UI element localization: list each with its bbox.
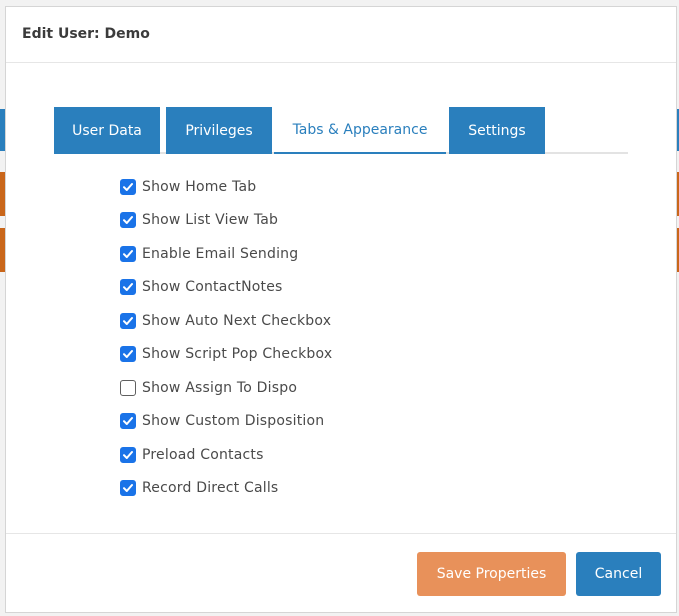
option-row[interactable]: Show List View Tab <box>120 208 278 232</box>
check-icon <box>123 250 133 258</box>
check-icon <box>123 317 133 325</box>
checkbox-checked[interactable] <box>120 480 136 496</box>
cancel-button[interactable]: Cancel <box>576 552 661 596</box>
footer-divider <box>6 533 676 534</box>
tab-bar: User Data Privileges Tabs & Appearance S… <box>54 107 628 154</box>
option-label: Show Custom Disposition <box>142 413 325 429</box>
option-row[interactable]: Record Direct Calls <box>120 476 278 500</box>
checkbox-checked[interactable] <box>120 413 136 429</box>
option-row[interactable]: Show Home Tab <box>120 175 256 199</box>
checkbox-unchecked[interactable] <box>120 380 136 396</box>
save-properties-button[interactable]: Save Properties <box>417 552 566 596</box>
option-row[interactable]: Show ContactNotes <box>120 275 283 299</box>
checkbox-checked[interactable] <box>120 447 136 463</box>
option-label: Show Home Tab <box>142 179 257 195</box>
check-icon <box>123 183 133 191</box>
check-icon <box>123 283 133 291</box>
option-row[interactable]: Show Assign To Dispo <box>120 376 297 400</box>
tab-tabs-appearance[interactable]: Tabs & Appearance <box>274 107 446 154</box>
option-label: Show Auto Next Checkbox <box>142 313 332 329</box>
modal-title: Edit User: Demo <box>22 26 150 42</box>
tab-settings[interactable]: Settings <box>449 107 545 154</box>
checkbox-checked[interactable] <box>120 212 136 228</box>
check-icon <box>123 484 133 492</box>
option-label: Record Direct Calls <box>142 480 279 496</box>
option-row[interactable]: Show Auto Next Checkbox <box>120 309 331 333</box>
checkbox-checked[interactable] <box>120 346 136 362</box>
check-icon <box>123 417 133 425</box>
tab-user-data[interactable]: User Data <box>54 107 160 154</box>
option-row[interactable]: Preload Contacts <box>120 443 264 467</box>
check-icon <box>123 216 133 224</box>
checkbox-checked[interactable] <box>120 246 136 262</box>
option-label: Preload Contacts <box>142 447 264 463</box>
option-label: Show List View Tab <box>142 212 279 228</box>
tab-label: User Data <box>72 122 142 139</box>
tab-privileges[interactable]: Privileges <box>166 107 272 154</box>
check-icon <box>123 451 133 459</box>
modal-header: Edit User: Demo <box>6 7 676 63</box>
option-label: Show Script Pop Checkbox <box>142 346 333 362</box>
checkbox-checked[interactable] <box>120 179 136 195</box>
option-label: Show Assign To Dispo <box>142 380 298 396</box>
option-label: Enable Email Sending <box>142 246 299 262</box>
option-label: Show ContactNotes <box>142 279 283 295</box>
checkbox-checked[interactable] <box>120 313 136 329</box>
tab-label: Tabs & Appearance <box>292 121 428 138</box>
checkbox-checked[interactable] <box>120 279 136 295</box>
option-row[interactable]: Show Custom Disposition <box>120 409 324 433</box>
tab-label: Settings <box>468 122 526 139</box>
option-row[interactable]: Show Script Pop Checkbox <box>120 342 332 366</box>
check-icon <box>123 350 133 358</box>
tab-label: Privileges <box>185 122 253 139</box>
option-row[interactable]: Enable Email Sending <box>120 242 298 266</box>
edit-user-modal: Edit User: Demo User Data Privileges Tab… <box>5 6 677 613</box>
